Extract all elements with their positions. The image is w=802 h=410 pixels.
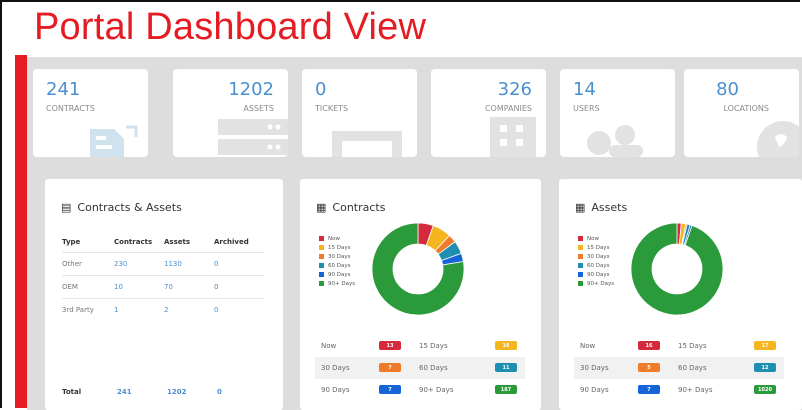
legend-item: 60 Days [319, 261, 355, 270]
dashboard-panel: 241 CONTRACTS 1202 ASSETS 0 TICKETS 326 … [27, 57, 802, 410]
assets-donut-chart [630, 222, 724, 316]
badge-60-days[interactable]: 12 [754, 363, 776, 372]
stat-card-assets[interactable]: 1202 ASSETS [173, 69, 288, 157]
legend-item: 90 Days [319, 270, 355, 279]
badge-60-days[interactable]: 11 [495, 363, 517, 372]
page-title: Portal Dashboard View [34, 6, 427, 48]
stat-value: 80 [716, 79, 739, 100]
link-value[interactable]: 0 [214, 298, 264, 321]
stat-card-companies[interactable]: 326 COMPANIES [431, 69, 546, 157]
stat-row: 90 Days 7 90+ Days 1020 [574, 379, 784, 401]
table-row: 3rd Party 1 2 0 [62, 298, 264, 321]
card-title: ▤ Contracts & Assets [61, 201, 182, 214]
stat-row: 30 Days 7 60 Days 11 [315, 357, 525, 379]
contracts-assets-card: ▤ Contracts & Assets Type Contracts Asset… [45, 179, 283, 410]
badge-now[interactable]: 13 [379, 341, 401, 350]
link-value[interactable]: 10 [114, 275, 164, 299]
stat-card-locations[interactable]: 80 LOCATIONS [684, 69, 799, 157]
contracts-stat-grid: Now 13 15 Days 16 30 Days 7 60 Days 11 9… [315, 335, 525, 401]
contracts-assets-table: Type Contracts Assets Archived Other 230… [62, 231, 264, 321]
table-row: OEM 10 70 0 [62, 275, 264, 299]
stat-card-tickets[interactable]: 0 TICKETS [302, 69, 417, 157]
link-value[interactable]: 0 [214, 252, 264, 276]
stat-row: Now 16 15 Days 17 [574, 335, 784, 357]
accent-bar [15, 55, 27, 408]
legend-item: 90+ Days [578, 279, 614, 288]
badge-15-days[interactable]: 17 [754, 341, 776, 350]
list-icon: ▤ [61, 201, 72, 214]
legend-item: 60 Days [578, 261, 614, 270]
donut-slice-90-plus-days[interactable] [630, 222, 724, 316]
stat-value: 1202 [228, 79, 274, 100]
badge-30-days[interactable]: 7 [379, 363, 401, 372]
stat-label: ASSETS [243, 104, 274, 113]
stat-value: 241 [46, 79, 81, 100]
stat-card-users[interactable]: 14 USERS [560, 69, 675, 157]
badge-90-days[interactable]: 7 [638, 385, 660, 394]
badge-30-days[interactable]: 5 [638, 363, 660, 372]
stat-label: COMPANIES [484, 104, 532, 113]
stat-row: Now 13 15 Days 16 [315, 335, 525, 357]
server-icon [218, 119, 288, 155]
inbox-tray-icon [332, 131, 402, 157]
legend-item: 30 Days [319, 252, 355, 261]
legend-item: Now [319, 234, 355, 243]
stat-row: 90 Days 7 90+ Days 187 [315, 379, 525, 401]
chart-legend: Now 15 Days 30 Days 60 Days 90 Days 90+ … [578, 234, 614, 288]
building-icon [490, 117, 536, 157]
assets-chart-card: ▦ Assets Now 15 Days 30 Days 60 Days 90 D… [559, 179, 802, 410]
link-value[interactable]: 70 [164, 275, 214, 299]
stat-value: 0 [315, 79, 327, 100]
calendar-icon: ▦ [316, 201, 327, 214]
card-title: ▦ Contracts [316, 201, 386, 214]
badge-90-days[interactable]: 7 [379, 385, 401, 394]
badge-now[interactable]: 16 [638, 341, 660, 350]
assets-stat-grid: Now 16 15 Days 17 30 Days 5 60 Days 12 9… [574, 335, 784, 401]
stat-label: CONTRACTS [46, 104, 95, 113]
link-value[interactable]: 2 [164, 298, 214, 321]
chart-legend: Now 15 Days 30 Days 60 Days 90 Days 90+ … [319, 234, 355, 288]
stat-row: 30 Days 5 60 Days 12 [574, 357, 784, 379]
badge-90-plus-days[interactable]: 1020 [754, 385, 776, 394]
users-icon [587, 125, 643, 157]
badge-15-days[interactable]: 16 [495, 341, 517, 350]
stat-value: 326 [497, 79, 532, 100]
link-value[interactable]: 1 [114, 298, 164, 321]
table-header: Type Contracts Assets Archived [62, 237, 249, 246]
legend-item: 15 Days [319, 243, 355, 252]
globe-icon [757, 121, 799, 157]
link-value[interactable]: 230 [114, 252, 164, 276]
legend-item: 15 Days [578, 243, 614, 252]
badge-90-plus-days[interactable]: 187 [495, 385, 517, 394]
contracts-chart-card: ▦ Contracts Now 15 Days 30 Days 60 Days 9… [300, 179, 541, 410]
contract-doc-icon [90, 125, 138, 157]
contracts-donut-chart [371, 222, 465, 316]
legend-item: 30 Days [578, 252, 614, 261]
stat-label: TICKETS [315, 104, 349, 113]
stat-value: 14 [573, 79, 596, 100]
calendar-icon: ▦ [575, 201, 586, 214]
legend-item: 90+ Days [319, 279, 355, 288]
legend-item: 90 Days [578, 270, 614, 279]
stat-label: USERS [573, 104, 600, 113]
card-title: ▦ Assets [575, 201, 628, 214]
legend-item: Now [578, 234, 614, 243]
link-value[interactable]: 1130 [164, 252, 214, 276]
table-row: Other 230 1130 0 [62, 252, 264, 276]
stat-label: LOCATIONS [723, 104, 769, 113]
stat-card-contracts[interactable]: 241 CONTRACTS [33, 69, 148, 157]
